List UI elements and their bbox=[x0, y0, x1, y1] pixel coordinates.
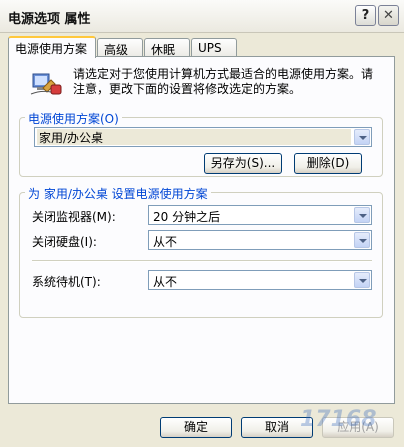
delete-button[interactable]: 删除(D) bbox=[294, 153, 362, 174]
tab-panel: 请选定对于您使用计算机方式最适合的电源使用方案。请注意，更改下面的设置将修改选定… bbox=[8, 56, 395, 404]
scheme-select-value: 家用/办公桌 bbox=[37, 129, 351, 145]
tab-power-schemes[interactable]: 电源使用方案 bbox=[8, 36, 96, 58]
harddisk-select[interactable]: 从不 bbox=[148, 230, 372, 250]
title-bar[interactable]: 电源选项 属性 ? ✕ bbox=[0, 0, 404, 33]
window-title: 电源选项 属性 bbox=[8, 12, 91, 27]
standby-select[interactable]: 从不 bbox=[148, 270, 372, 290]
standby-select-value: 从不 bbox=[153, 275, 178, 289]
tab-hibernate[interactable]: 休眠 bbox=[144, 38, 190, 57]
scheme-select[interactable]: 家用/办公桌 bbox=[34, 127, 372, 147]
chevron-down-icon[interactable] bbox=[354, 232, 370, 248]
settings-group: 为 家用/办公桌 设置电源使用方案 关闭监视器(M): 20 分钟之后 关闭硬盘… bbox=[19, 185, 383, 318]
intro-text: 请选定对于您使用计算机方式最适合的电源使用方案。请注意，更改下面的设置将修改选定… bbox=[73, 67, 374, 96]
tab-advanced[interactable]: 高级 bbox=[97, 38, 143, 57]
chevron-down-icon[interactable] bbox=[354, 129, 370, 145]
help-button[interactable]: ? bbox=[355, 5, 376, 26]
monitor-select[interactable]: 20 分钟之后 bbox=[148, 205, 372, 225]
chevron-down-icon[interactable] bbox=[354, 272, 370, 288]
settings-group-label: 为 家用/办公桌 设置电源使用方案 bbox=[25, 185, 211, 202]
close-button[interactable]: ✕ bbox=[378, 5, 399, 26]
scheme-group: 电源使用方案(O) 家用/办公桌 另存为(S)... 删除(D) bbox=[19, 110, 383, 177]
power-plan-icon bbox=[30, 73, 62, 95]
harddisk-label: 关闭硬盘(I): bbox=[32, 235, 97, 249]
ok-button[interactable]: 确定 bbox=[160, 417, 232, 438]
site-watermark: 17168 bbox=[300, 407, 377, 432]
harddisk-select-value: 从不 bbox=[153, 235, 178, 249]
chevron-down-icon[interactable] bbox=[354, 207, 370, 223]
save-as-button[interactable]: 另存为(S)... bbox=[204, 153, 282, 174]
monitor-select-value: 20 分钟之后 bbox=[153, 210, 221, 224]
standby-label: 系统待机(T): bbox=[32, 275, 101, 289]
monitor-label: 关闭监视器(M): bbox=[32, 210, 116, 224]
tab-ups[interactable]: UPS bbox=[191, 38, 237, 56]
divider bbox=[32, 260, 372, 262]
scheme-group-label: 电源使用方案(O) bbox=[25, 110, 122, 127]
